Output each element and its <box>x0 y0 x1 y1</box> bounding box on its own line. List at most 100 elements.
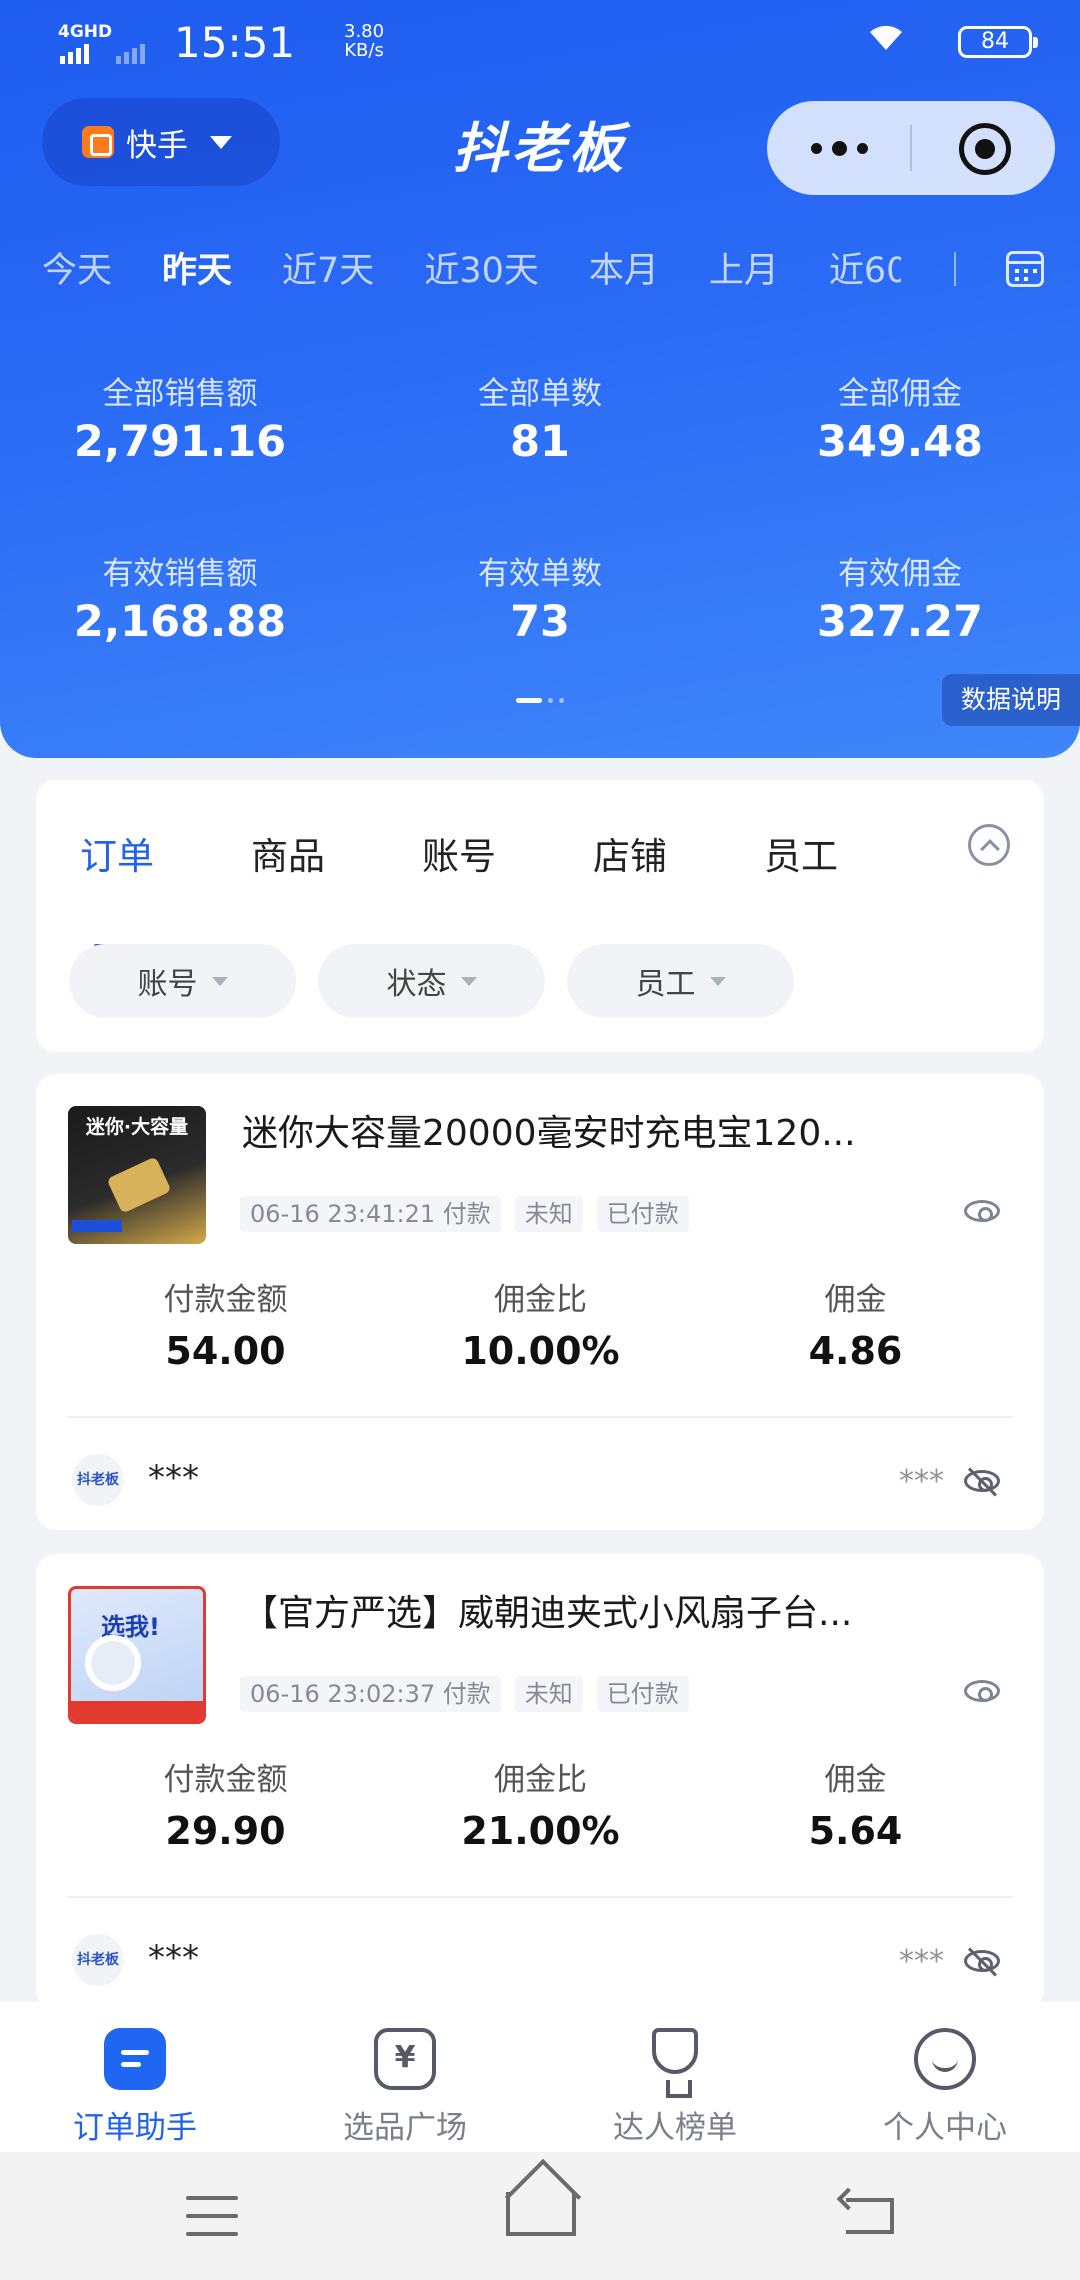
date-tab-today[interactable]: 今天 <box>42 242 112 298</box>
eye-off-icon[interactable] <box>964 1470 1000 1492</box>
order-card[interactable]: 迷你·大容量 迷你大容量20000毫安时充电宝120... 06-16 23:4… <box>36 1074 1044 1530</box>
date-tab-30days[interactable]: 近30天 <box>424 242 539 298</box>
eye-icon[interactable] <box>964 1200 1000 1222</box>
tab-shops[interactable]: 店铺 <box>593 826 764 880</box>
data-note-button[interactable]: 数据说明 <box>942 674 1080 726</box>
metric-label: 付款金额 <box>163 1762 288 1798</box>
metric-value: 29.90 <box>165 1809 286 1853</box>
trophy-icon <box>652 2028 698 2098</box>
network-speed-value: 3.80 <box>344 21 385 42</box>
stat-value: 349.48 <box>817 417 983 467</box>
category-tabs: 订单 商品 账号 店铺 员工 <box>80 826 935 948</box>
more-icon[interactable] <box>811 101 868 195</box>
date-tab-yesterday[interactable]: 昨天 <box>162 242 232 298</box>
metric-value: 21.00% <box>461 1809 620 1853</box>
product-thumbnail: 选我! <box>68 1586 206 1724</box>
eye-off-icon[interactable] <box>964 1950 1000 1972</box>
filter-label: 账号 <box>137 967 198 1002</box>
metric-label: 佣金比 <box>494 1282 587 1318</box>
stat-label: 有效销售额 <box>102 556 258 592</box>
status-tag: 已付款 <box>596 1676 689 1712</box>
calendar-icon[interactable] <box>1006 251 1044 287</box>
yuan-bag-icon <box>374 2028 436 2090</box>
order-tags: 06-16 23:41:21 付款 未知 已付款 <box>240 1196 689 1232</box>
system-navigation-bar <box>0 2152 1080 2280</box>
wifi-icon <box>870 25 902 50</box>
stat-value: 327.27 <box>817 597 983 647</box>
stat-total-sales: 全部销售额 2,791.16 <box>0 368 360 467</box>
product-title: 迷你大容量20000毫安时充电宝120... <box>242 1113 856 1154</box>
metric-pay-amount: 付款金额 29.90 <box>68 1754 383 1853</box>
metric-commission: 佣金 5.64 <box>698 1754 1013 1853</box>
miniprogram-capsule <box>767 101 1055 195</box>
app-logo-avatar: 抖老板 <box>72 1934 124 1986</box>
date-tab-last-month[interactable]: 上月 <box>709 242 779 298</box>
account-name: *** <box>148 1458 199 1498</box>
order-assistant-icon <box>104 2028 166 2090</box>
filter-chips: 账号 状态 员工 <box>69 944 794 1018</box>
metric-commission-rate: 佣金比 21.00% <box>383 1754 698 1853</box>
order-metrics: 付款金额 54.00 佣金比 10.00% 佣金 4.86 <box>36 1274 1044 1373</box>
order-card[interactable]: 选我! 【官方严选】威朝迪夹式小风扇子台... 06-16 23:02:37 付… <box>36 1554 1044 2010</box>
stat-label: 全部销售额 <box>102 376 258 412</box>
metric-label: 佣金比 <box>494 1762 587 1798</box>
payment-time-tag: 06-16 23:41:21 付款 <box>240 1196 501 1232</box>
date-tab-7days[interactable]: 近7天 <box>282 242 374 298</box>
stat-label: 有效佣金 <box>838 556 962 592</box>
metric-commission: 佣金 4.86 <box>698 1274 1013 1373</box>
stat-value: 81 <box>510 417 570 467</box>
filter-status[interactable]: 状态 <box>318 944 545 1018</box>
date-tab-this-month[interactable]: 本月 <box>589 242 659 298</box>
nav-product-plaza[interactable]: 选品广场 <box>270 2002 540 2152</box>
tab-products[interactable]: 商品 <box>251 826 422 880</box>
menu-icon[interactable] <box>186 2196 238 2236</box>
stat-valid-commission: 有效佣金 327.27 <box>720 548 1080 647</box>
fan-image <box>85 1635 141 1691</box>
date-tabs-divider <box>954 252 956 286</box>
eye-icon[interactable] <box>964 1680 1000 1702</box>
product-title: 【官方严选】威朝迪夹式小风扇子台... <box>242 1593 853 1634</box>
product-thumbnail: 迷你·大容量 <box>68 1106 206 1244</box>
stat-label: 全部单数 <box>478 376 602 412</box>
network-speed-unit: KB/s <box>344 40 384 61</box>
order-metrics: 付款金额 29.90 佣金比 21.00% 佣金 5.64 <box>36 1754 1044 1853</box>
stat-value: 2,168.88 <box>73 597 287 647</box>
nav-order-assistant[interactable]: 订单助手 <box>0 2002 270 2152</box>
filter-account[interactable]: 账号 <box>69 944 296 1018</box>
source-tag: 未知 <box>514 1676 583 1712</box>
clock: 15:51 <box>174 18 296 67</box>
nav-personal-center[interactable]: 个人中心 <box>810 2002 1080 2152</box>
filter-label: 状态 <box>386 967 447 1002</box>
thumbnail-banner <box>72 1220 122 1232</box>
summary-header: 4GHD 15:51 3.80 KB/s 84 快手 抖老板 今天 昨天 近7天… <box>0 0 1080 758</box>
status-bar: 4GHD 15:51 3.80 KB/s 84 <box>58 18 1038 68</box>
app-logo-avatar: 抖老板 <box>72 1454 124 1506</box>
tab-orders[interactable]: 订单 <box>80 826 251 948</box>
metric-value: 54.00 <box>165 1329 286 1373</box>
date-tab-60days[interactable]: 近60 <box>829 242 901 298</box>
tab-staff[interactable]: 员工 <box>764 826 935 880</box>
smile-chat-icon <box>914 2028 976 2090</box>
close-target-icon[interactable] <box>959 123 1011 175</box>
nav-label: 选品广场 <box>343 2110 467 2146</box>
caret-down-icon <box>211 976 228 986</box>
stat-value: 2,791.16 <box>73 417 287 467</box>
signal-icon <box>60 44 92 64</box>
stat-label: 有效单数 <box>478 556 602 592</box>
filter-staff[interactable]: 员工 <box>567 944 794 1018</box>
nav-influencer-ranking[interactable]: 达人榜单 <box>540 2002 810 2152</box>
order-tags: 06-16 23:02:37 付款 未知 已付款 <box>240 1676 689 1712</box>
collapse-icon[interactable] <box>968 824 1010 866</box>
metric-value: 4.86 <box>808 1329 903 1373</box>
battery-icon: 84 <box>958 26 1038 58</box>
account-name: *** <box>148 1938 199 1978</box>
staff-name: *** <box>899 1464 944 1499</box>
back-icon[interactable] <box>846 2198 894 2234</box>
nav-label: 个人中心 <box>883 2110 1007 2146</box>
metric-label: 付款金额 <box>163 1282 288 1318</box>
metric-pay-amount: 付款金额 54.00 <box>68 1274 383 1373</box>
stat-value: 73 <box>510 597 570 647</box>
tab-accounts[interactable]: 账号 <box>422 826 593 880</box>
bottom-navigation: 订单助手 选品广场 达人榜单 个人中心 <box>0 2002 1080 2152</box>
home-icon[interactable] <box>506 2192 576 2236</box>
